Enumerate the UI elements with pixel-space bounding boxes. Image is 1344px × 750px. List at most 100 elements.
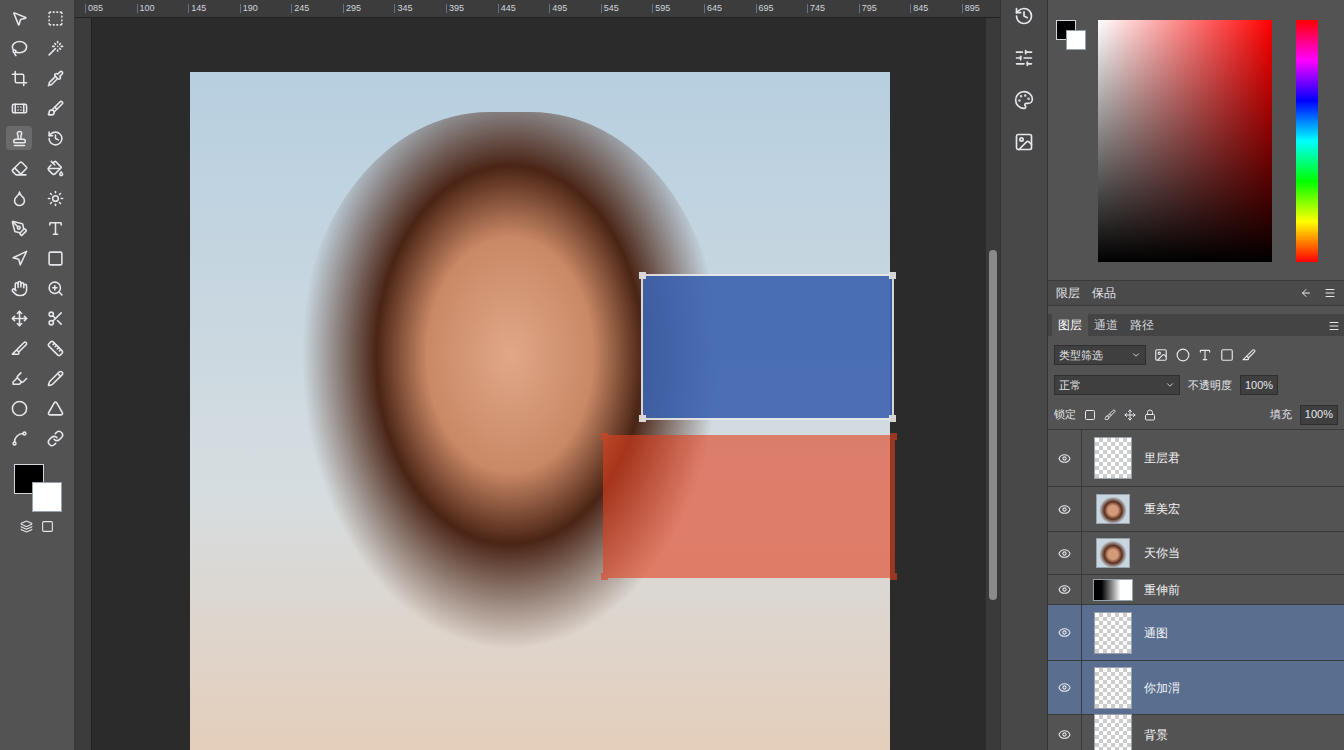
tool-button[interactable] [42,336,68,360]
tool-button[interactable] [42,36,68,60]
layer-thumbnail [1094,714,1132,750]
back-icon[interactable] [1300,287,1312,299]
fill-field[interactable]: 100% [1300,405,1338,425]
tool-button[interactable] [6,426,32,450]
scrollbar[interactable] [986,18,1000,750]
tool-icon [11,130,28,147]
tool-button[interactable] [42,156,68,180]
layer-row[interactable]: 重美宏 [1048,487,1344,532]
visibility-icon[interactable] [1058,452,1071,465]
panel-tab[interactable]: 保品 [1092,284,1116,302]
tool-button[interactable] [6,216,32,240]
layer-row[interactable]: 里层君 [1048,430,1344,487]
opacity-field[interactable]: 100% [1240,375,1278,395]
visibility-icon[interactable] [1058,583,1071,596]
selection-box[interactable] [641,274,894,420]
tool-button[interactable] [6,186,32,210]
tool-button[interactable] [6,96,32,120]
layer-row[interactable]: 你加渭 [1048,661,1344,715]
layer-row[interactable]: 重伸前 [1048,575,1344,605]
layer-name: 天你当 [1144,544,1180,562]
tool-button[interactable] [42,6,68,30]
blend-dropdown[interactable]: 正常 [1054,375,1180,395]
tool-button[interactable] [42,396,68,420]
tool-button[interactable] [6,306,32,330]
layer-thumbnail [1096,494,1130,524]
visibility-icon[interactable] [1058,547,1071,560]
tool-button[interactable] [6,396,32,420]
tool-button[interactable] [42,366,68,390]
lock-move-icon[interactable] [1124,409,1136,421]
tool-icon [47,10,64,27]
selection-box[interactable] [603,435,895,578]
tool-button[interactable] [42,246,68,270]
shape-filter-icon[interactable] [1220,348,1234,362]
visibility-icon[interactable] [1058,626,1071,639]
tool-icon [47,130,64,147]
tool-button[interactable] [6,36,32,60]
type-filter-icon[interactable] [1198,348,1212,362]
layer-name: 重伸前 [1144,581,1180,599]
visibility-icon[interactable] [1058,503,1071,516]
layer-row[interactable]: 天你当 [1048,532,1344,575]
layer-thumbnail [1094,612,1132,654]
menu-icon[interactable] [1328,320,1340,332]
tool-button[interactable] [42,96,68,120]
tool-icon [11,10,28,27]
tool-button[interactable] [6,336,32,360]
photo [190,72,890,750]
lock-pixels-icon[interactable] [1084,409,1096,421]
panel-tab[interactable]: 通道 [1088,314,1124,336]
layer-name: 你加渭 [1144,679,1180,697]
mask-icon[interactable] [41,520,54,533]
tool-button[interactable] [6,156,32,180]
menu-icon[interactable] [1324,287,1336,299]
color-tabs: 限层保品 [1048,280,1344,306]
layer-row[interactable]: 通图 [1048,605,1344,661]
image-icon[interactable] [1014,132,1034,152]
layer-row[interactable]: 背景 [1048,715,1344,750]
tool-icon [47,160,64,177]
layers-tabs: 图层通道路径 [1048,314,1344,336]
tool-button[interactable] [42,426,68,450]
tool-icon [47,190,64,207]
tool-button[interactable] [6,6,32,30]
tool-button[interactable] [6,66,32,90]
tool-button[interactable] [42,216,68,240]
tool-icon [47,430,64,447]
tool-button[interactable] [42,306,68,330]
lock-all-icon[interactable] [1144,409,1156,421]
tool-icon [47,100,64,117]
color-swatches[interactable] [10,464,64,516]
mode-icon[interactable] [20,520,33,533]
panel-tab[interactable]: 图层 [1052,314,1088,336]
swatches-icon[interactable] [1014,90,1034,110]
history-icon[interactable] [1014,6,1034,26]
tool-icon [11,100,28,117]
pixel-filter-icon[interactable] [1154,348,1168,362]
tool-button[interactable] [42,66,68,90]
tool-button[interactable] [42,276,68,300]
panel-tab[interactable]: 路径 [1124,314,1160,336]
tool-icon [47,280,64,297]
visibility-icon[interactable] [1058,728,1071,741]
panel-tab[interactable]: 限层 [1056,284,1080,302]
filter-dropdown[interactable]: 类型筛选 [1054,345,1146,365]
smart-filter-icon[interactable] [1242,348,1256,362]
tool-button[interactable] [6,126,32,150]
tool-icon [47,310,64,327]
tool-button[interactable] [6,246,32,270]
adjust-filter-icon[interactable] [1176,348,1190,362]
tool-button[interactable] [6,276,32,300]
adjust-icon[interactable] [1014,48,1034,68]
tool-button[interactable] [42,126,68,150]
lock-paint-icon[interactable] [1104,409,1116,421]
hue-slider[interactable] [1296,20,1318,262]
tool-button[interactable] [42,186,68,210]
tool-icon [11,430,28,447]
tool-icon [11,40,28,57]
canvas[interactable] [92,18,986,750]
visibility-icon[interactable] [1058,681,1071,694]
tool-button[interactable] [6,366,32,390]
color-field[interactable] [1098,20,1272,262]
